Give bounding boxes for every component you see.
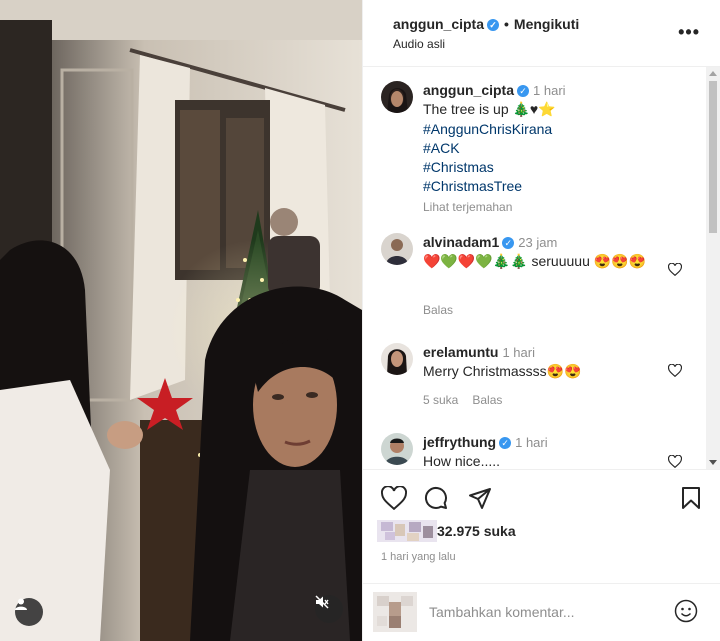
author-username[interactable]: anggun_cipta — [393, 16, 484, 32]
comment-username[interactable]: erelamuntu — [423, 344, 498, 360]
verified-icon: ✓ — [487, 19, 500, 32]
post-caption: anggun_cipta ✓ 1 hari The tree is up 🎄♥⭐ #… — [423, 81, 693, 217]
comment-text: Merry Christmassss😍😍 — [423, 363, 582, 379]
likes-count[interactable]: 32.975 suka — [437, 523, 516, 539]
hashtag-link[interactable]: #ChristmasTree — [423, 177, 693, 196]
share-button[interactable] — [468, 486, 492, 513]
heart-icon — [380, 485, 408, 511]
comments-scrollbar[interactable] — [706, 67, 720, 469]
post-actions: 32.975 suka 1 hari yang lalu — [363, 469, 720, 563]
scroll-down-arrow[interactable] — [709, 460, 717, 465]
emoji-icon — [674, 599, 698, 623]
verified-icon: ✓ — [517, 85, 530, 98]
post-timestamp[interactable]: 1 hari yang lalu — [381, 551, 456, 563]
commenter-avatar-image — [381, 433, 413, 465]
comment-input[interactable]: Tambahkan komentar... — [429, 604, 575, 620]
heart-icon — [667, 454, 683, 469]
comments-list[interactable]: anggun_cipta ✓ 1 hari The tree is up 🎄♥⭐ #… — [363, 67, 720, 469]
liker-avatars — [377, 520, 437, 542]
caption-time[interactable]: 1 hari — [533, 83, 566, 98]
see-translation-link[interactable]: Lihat terjemahan — [423, 198, 693, 217]
mute-icon — [315, 595, 329, 609]
like-comment-button[interactable] — [667, 454, 683, 469]
commenter-avatar-image — [381, 343, 413, 375]
like-comment-button[interactable] — [667, 363, 683, 380]
comment-username[interactable]: jeffrythung — [423, 434, 496, 450]
header-separator: • — [504, 16, 509, 32]
comment-time[interactable]: 1 hari — [502, 345, 535, 360]
commenter-avatar-image — [381, 233, 413, 265]
comment-text: ❤️💚❤️💚🎄🎄 seruuuuu 😍😍😍 — [423, 253, 647, 269]
like-comment-button[interactable] — [667, 262, 683, 279]
scrollbar-thumb[interactable] — [709, 81, 717, 233]
post-header: anggun_cipta ✓ • Mengikuti Audio asli ••• — [363, 0, 720, 67]
post-dialog: anggun_cipta ✓ • Mengikuti Audio asli ••• a… — [0, 0, 720, 641]
author-avatar-image — [381, 81, 413, 113]
comment-username[interactable]: alvinadam1 — [423, 234, 499, 250]
comment-time[interactable]: 1 hari — [515, 435, 548, 450]
comment: jeffrythung ✓ 1 hari How nice..... — [423, 433, 663, 469]
hashtag-link[interactable]: #Christmas — [423, 158, 693, 177]
add-comment-bar: Tambahkan komentar... — [363, 583, 720, 641]
scroll-up-arrow[interactable] — [709, 71, 717, 76]
hashtag-link[interactable]: #AnggunChrisKirana — [423, 120, 693, 139]
comment-button[interactable] — [424, 486, 448, 513]
comment-icon — [424, 486, 447, 509]
save-button[interactable] — [681, 486, 701, 513]
tagged-users-button[interactable] — [15, 598, 43, 626]
commenter-avatar[interactable] — [381, 343, 413, 375]
comment-meta: 5 suka Balas — [423, 393, 516, 407]
author-avatar[interactable] — [381, 81, 413, 113]
current-user-avatar — [373, 592, 417, 632]
hashtag-link[interactable]: #ACK — [423, 139, 693, 158]
comment: erelamuntu 1 hari Merry Christmassss😍😍 — [423, 343, 663, 381]
heart-icon — [667, 363, 683, 378]
mute-button[interactable] — [315, 595, 343, 623]
comment: alvinadam1 ✓ 23 jam ❤️💚❤️💚🎄🎄 seruuuuu 😍😍😍 — [423, 233, 663, 271]
share-icon — [469, 488, 491, 509]
follow-status-button[interactable]: Mengikuti — [514, 16, 579, 32]
reply-button[interactable]: Balas — [472, 393, 502, 407]
audio-label[interactable]: Audio asli — [393, 37, 445, 51]
comment-meta: Balas — [423, 303, 467, 317]
post-video[interactable] — [0, 0, 362, 641]
caption-username[interactable]: anggun_cipta — [423, 82, 514, 98]
caption-text: The tree is up 🎄♥⭐ — [423, 101, 556, 118]
video-frame-illustration — [0, 0, 362, 641]
post-details-panel: anggun_cipta ✓ • Mengikuti Audio asli ••• a… — [362, 0, 720, 641]
user-icon — [15, 598, 27, 610]
comment-likes[interactable]: 5 suka — [423, 393, 458, 407]
comment-time[interactable]: 23 jam — [518, 235, 557, 250]
verified-icon: ✓ — [499, 437, 512, 450]
heart-icon — [667, 262, 683, 277]
bookmark-icon — [682, 487, 700, 509]
like-button[interactable] — [380, 485, 408, 513]
more-options-icon[interactable]: ••• — [678, 22, 700, 43]
commenter-avatar[interactable] — [381, 433, 413, 465]
comment-text: How nice..... — [423, 453, 501, 469]
emoji-button[interactable] — [674, 599, 698, 626]
commenter-avatar[interactable] — [381, 233, 413, 265]
verified-icon: ✓ — [502, 237, 515, 250]
reply-button[interactable]: Balas — [423, 303, 453, 317]
